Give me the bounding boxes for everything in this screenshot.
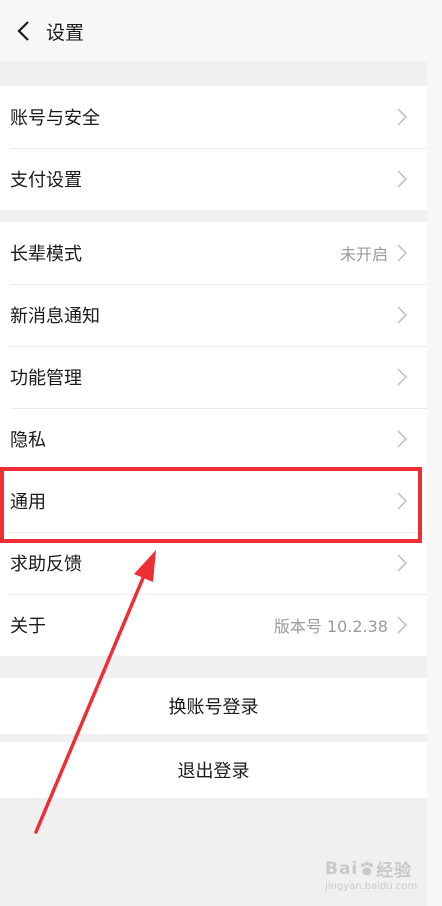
chevron-right-icon [396, 553, 408, 573]
settings-item-label: 新消息通知 [10, 306, 100, 327]
settings-item-privacy[interactable]: 隐私 [0, 408, 427, 470]
settings-item-label: 通用 [10, 492, 46, 513]
right-edge-strip [427, 0, 442, 906]
settings-item-account-security[interactable]: 账号与安全 [0, 86, 427, 148]
paw-icon [361, 861, 374, 875]
watermark-url: jingyan.baidu.com [325, 881, 418, 892]
settings-item-notifications[interactable]: 新消息通知 [0, 284, 427, 346]
settings-item-features[interactable]: 功能管理 [0, 346, 427, 408]
chevron-right-icon [396, 615, 408, 635]
settings-group-account: 账号与安全 支付设置 [0, 86, 427, 210]
switch-account-button[interactable]: 换账号登录 [0, 678, 427, 734]
chevron-right-icon [396, 491, 408, 511]
elder-mode-status: 未开启 [339, 245, 388, 264]
logout-button[interactable]: 退出登录 [0, 742, 427, 798]
settings-item-label: 账号与安全 [10, 108, 100, 129]
watermark-brand-suffix: 经验 [376, 861, 413, 881]
settings-item-help-feedback[interactable]: 求助反馈 [0, 532, 427, 594]
settings-item-payment[interactable]: 支付设置 [0, 148, 427, 210]
settings-item-label: 关于 [10, 616, 46, 637]
chevron-right-icon [396, 107, 408, 127]
chevron-right-icon [396, 305, 408, 325]
settings-item-label: 隐私 [10, 430, 46, 451]
version-number: 版本号 10.2.38 [273, 617, 388, 636]
settings-item-about[interactable]: 关于 版本号 10.2.38 [0, 594, 427, 656]
settings-group-general: 长辈模式 未开启 新消息通知 功能管理 隐私 通用 求助反馈 关于 版本号 10… [0, 222, 427, 656]
page-title: 设置 [46, 21, 85, 44]
settings-item-label: 求助反馈 [10, 554, 82, 575]
watermark-brand: Bai [325, 858, 359, 879]
settings-item-label: 支付设置 [10, 170, 82, 191]
top-bar: 设置 [0, 0, 427, 62]
settings-item-general[interactable]: 通用 [0, 470, 427, 532]
back-button[interactable] [0, 0, 46, 62]
watermark: Bai 经验 jingyan.baidu.com [325, 856, 418, 893]
chevron-right-icon [396, 367, 408, 387]
settings-item-elder-mode[interactable]: 长辈模式 未开启 [0, 222, 427, 284]
chevron-right-icon [396, 429, 408, 449]
chevron-right-icon [396, 243, 408, 263]
chevron-right-icon [396, 169, 408, 189]
chevron-left-icon [17, 21, 29, 41]
settings-item-label: 长辈模式 [10, 244, 82, 265]
settings-item-label: 功能管理 [10, 368, 82, 389]
